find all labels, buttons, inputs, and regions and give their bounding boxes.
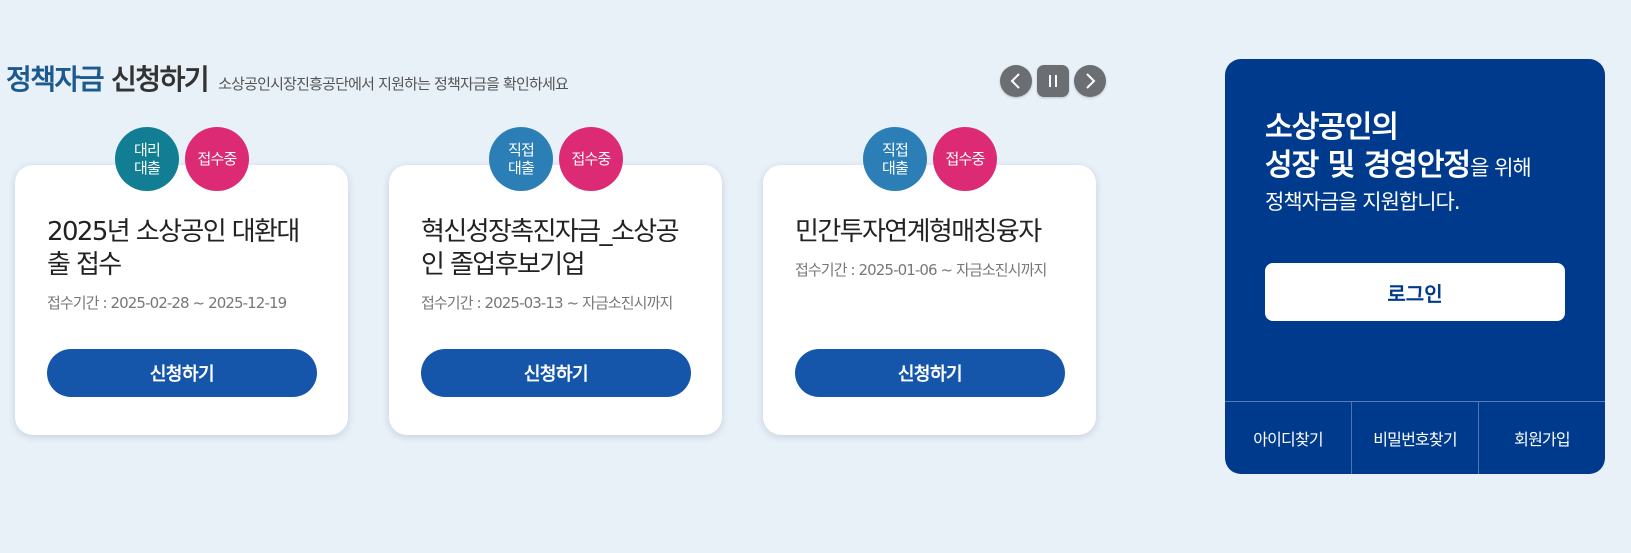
card-title: 혁신성장촉진자금_소상공인 졸업후보기업 bbox=[421, 217, 680, 280]
panel-line1: 소상공인의 bbox=[1265, 110, 1399, 145]
loan-type-badge: 직접 대출 bbox=[489, 127, 553, 191]
carousel-controls bbox=[1000, 65, 1106, 97]
card-badges: 직접 대출 접수중 bbox=[863, 127, 997, 191]
card-badges: 직접 대출 접수중 bbox=[489, 127, 623, 191]
panel-line2-rest: 을 위해 bbox=[1470, 156, 1532, 180]
status-label: 접수중 bbox=[197, 150, 237, 168]
fund-card: 직접 대출 접수중 민간투자연계형매칭융자 접수기간 : 2025-01-06 … bbox=[763, 127, 1096, 435]
status-label: 접수중 bbox=[945, 150, 985, 168]
panel-line2-bold: 성장 및 경영안정 bbox=[1265, 148, 1471, 183]
panel-line3: 정책자금을 지원합니다. bbox=[1265, 190, 1461, 214]
panel-line2: 성장 및 경영안정을 위해 bbox=[1265, 147, 1532, 187]
chevron-right-icon bbox=[1086, 73, 1096, 89]
login-panel: 소상공인의 성장 및 경영안정을 위해 정책자금을 지원합니다. 로그인 아이디… bbox=[1225, 59, 1605, 474]
loan-type-label: 대리 대출 bbox=[133, 141, 161, 177]
signup-link[interactable]: 회원가입 bbox=[1478, 402, 1605, 474]
card-period: 접수기간 : 2025-02-28 ~ 2025-12-19 bbox=[47, 294, 287, 312]
section-title: 정책자금 신청하기 소상공인시장진흥공단에서 지원하는 정책자금을 확인하세요 bbox=[6, 58, 569, 98]
login-button[interactable]: 로그인 bbox=[1265, 263, 1565, 321]
prev-button[interactable] bbox=[1000, 65, 1032, 97]
fund-card: 대리 대출 접수중 2025년 소상공인 대환대출 접수 접수기간 : 2025… bbox=[15, 127, 348, 435]
fund-card: 직접 대출 접수중 혁신성장촉진자금_소상공인 졸업후보기업 접수기간 : 20… bbox=[389, 127, 722, 435]
apply-button[interactable]: 신청하기 bbox=[795, 349, 1065, 397]
loan-type-label: 직접 대출 bbox=[507, 141, 535, 177]
status-badge: 접수중 bbox=[185, 127, 249, 191]
find-id-link[interactable]: 아이디찾기 bbox=[1225, 402, 1351, 474]
loan-type-label: 직접 대출 bbox=[881, 141, 909, 177]
title-accent: 정책자금 bbox=[6, 63, 105, 96]
card-badges: 대리 대출 접수중 bbox=[115, 127, 249, 191]
title-main: 신청하기 bbox=[111, 63, 210, 96]
apply-button[interactable]: 신청하기 bbox=[421, 349, 691, 397]
pause-button[interactable] bbox=[1037, 65, 1069, 97]
next-button[interactable] bbox=[1074, 65, 1106, 97]
section-subtitle: 소상공인시장진흥공단에서 지원하는 정책자금을 확인하세요 bbox=[218, 75, 569, 93]
apply-button[interactable]: 신청하기 bbox=[47, 349, 317, 397]
panel-headline: 소상공인의 성장 및 경영안정을 위해 정책자금을 지원합니다. bbox=[1265, 109, 1532, 217]
card-title: 2025년 소상공인 대환대출 접수 bbox=[47, 217, 300, 280]
card-title: 민간투자연계형매칭융자 bbox=[795, 217, 1042, 247]
card-period: 접수기간 : 2025-01-06 ~ 자금소진시까지 bbox=[795, 261, 1047, 279]
status-badge: 접수중 bbox=[933, 127, 997, 191]
status-label: 접수중 bbox=[571, 150, 611, 168]
find-password-link[interactable]: 비밀번호찾기 bbox=[1351, 402, 1478, 474]
loan-type-badge: 직접 대출 bbox=[863, 127, 927, 191]
pause-icon bbox=[1049, 75, 1057, 87]
loan-type-badge: 대리 대출 bbox=[115, 127, 179, 191]
chevron-left-icon bbox=[1010, 73, 1020, 89]
panel-links: 아이디찾기 비밀번호찾기 회원가입 bbox=[1225, 401, 1605, 474]
status-badge: 접수중 bbox=[559, 127, 623, 191]
card-period: 접수기간 : 2025-03-13 ~ 자금소진시까지 bbox=[421, 294, 673, 312]
